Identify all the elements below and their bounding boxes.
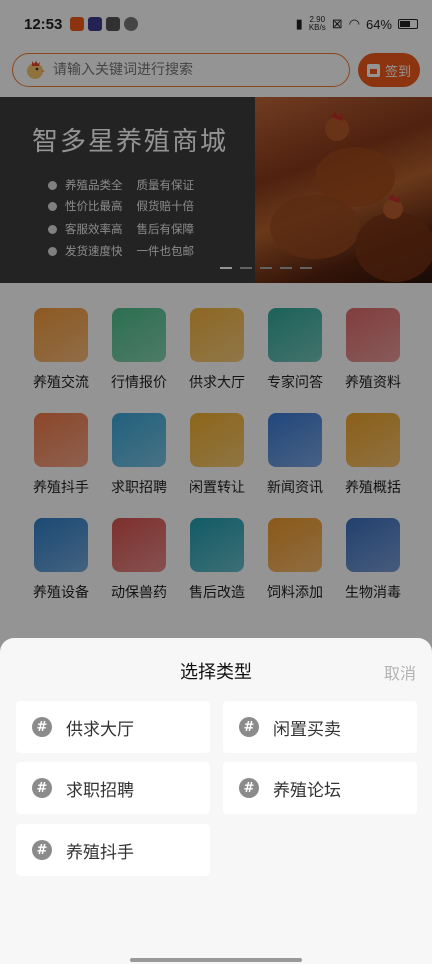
hashtag-icon: # — [239, 778, 259, 798]
home-indicator[interactable] — [130, 958, 302, 962]
type-option-label: 求职招聘 — [66, 780, 134, 801]
cancel-button[interactable]: 取消 — [384, 660, 416, 684]
type-option[interactable]: # 闲置买卖 — [223, 701, 417, 753]
hashtag-icon: # — [239, 717, 259, 737]
hashtag-icon: # — [32, 840, 52, 860]
type-option[interactable]: # 养殖抖手 — [16, 824, 210, 876]
app-screen: 12:53 ▮ 2.90 KB/s ⊠ ◠ 64% 请输入关键词进行搜索 签到 … — [0, 0, 432, 964]
type-option[interactable]: # 求职招聘 — [16, 762, 210, 814]
type-option-label: 养殖论坛 — [273, 780, 341, 801]
hashtag-icon: # — [32, 778, 52, 798]
type-option-label: 供求大厅 — [66, 719, 134, 740]
type-option[interactable]: # 养殖论坛 — [223, 762, 417, 814]
type-option[interactable]: # 供求大厅 — [16, 701, 210, 753]
type-option-label: 闲置买卖 — [273, 719, 341, 740]
hashtag-icon: # — [32, 717, 52, 737]
sheet-title: 选择类型 — [180, 662, 252, 683]
type-picker-sheet: 选择类型 取消 # 供求大厅 # 闲置买卖 # 求职招聘 # 养殖论坛 # 养殖… — [0, 638, 432, 964]
type-option-label: 养殖抖手 — [66, 842, 134, 863]
